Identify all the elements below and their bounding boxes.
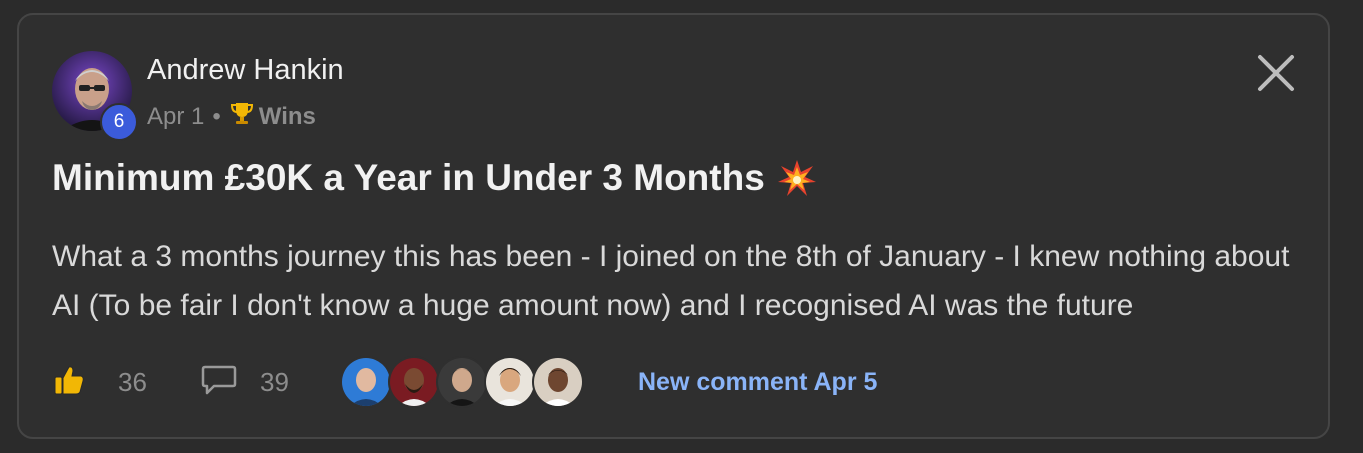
post-date[interactable]: Apr 1	[147, 103, 204, 131]
commenter-avatar[interactable]	[532, 356, 584, 408]
comment-count: 39	[260, 366, 289, 397]
new-comment-link[interactable]: New comment Apr 5	[638, 355, 877, 409]
level-badge: 6	[100, 103, 138, 141]
author-name[interactable]: Andrew Hankin	[147, 54, 344, 87]
post-footer: 36 39 New comment Apr 5	[52, 355, 1312, 409]
commenter-avatar[interactable]	[484, 356, 536, 408]
post-title[interactable]: Minimum £30K a Year in Under 3 Months	[52, 157, 817, 199]
trophy-icon	[229, 100, 255, 133]
commenter-avatar[interactable]	[340, 356, 392, 408]
thumbs-up-icon[interactable]	[52, 363, 86, 402]
commenter-avatar[interactable]	[436, 356, 488, 408]
commenter-avatars[interactable]	[340, 355, 584, 409]
like-count: 36	[118, 366, 147, 397]
commenter-avatar[interactable]	[388, 356, 440, 408]
comment-button[interactable]: 39	[200, 355, 289, 409]
close-icon[interactable]	[1254, 51, 1298, 95]
post-card[interactable]: 6 Andrew Hankin Apr 1 • Wins Minimum £30…	[17, 13, 1330, 439]
collision-burst-icon	[777, 158, 817, 198]
post-meta: Apr 1 • Wins	[147, 100, 316, 133]
post-title-text[interactable]: Minimum £30K a Year in Under 3 Months	[52, 157, 765, 199]
post-category[interactable]: Wins	[259, 103, 316, 131]
comment-bubble-icon[interactable]	[200, 363, 238, 402]
author-avatar-wrap[interactable]: 6	[52, 51, 138, 141]
like-button[interactable]: 36	[52, 355, 147, 409]
meta-separator: •	[212, 102, 221, 130]
post-body[interactable]: What a 3 months journey this has been - …	[52, 232, 1312, 330]
